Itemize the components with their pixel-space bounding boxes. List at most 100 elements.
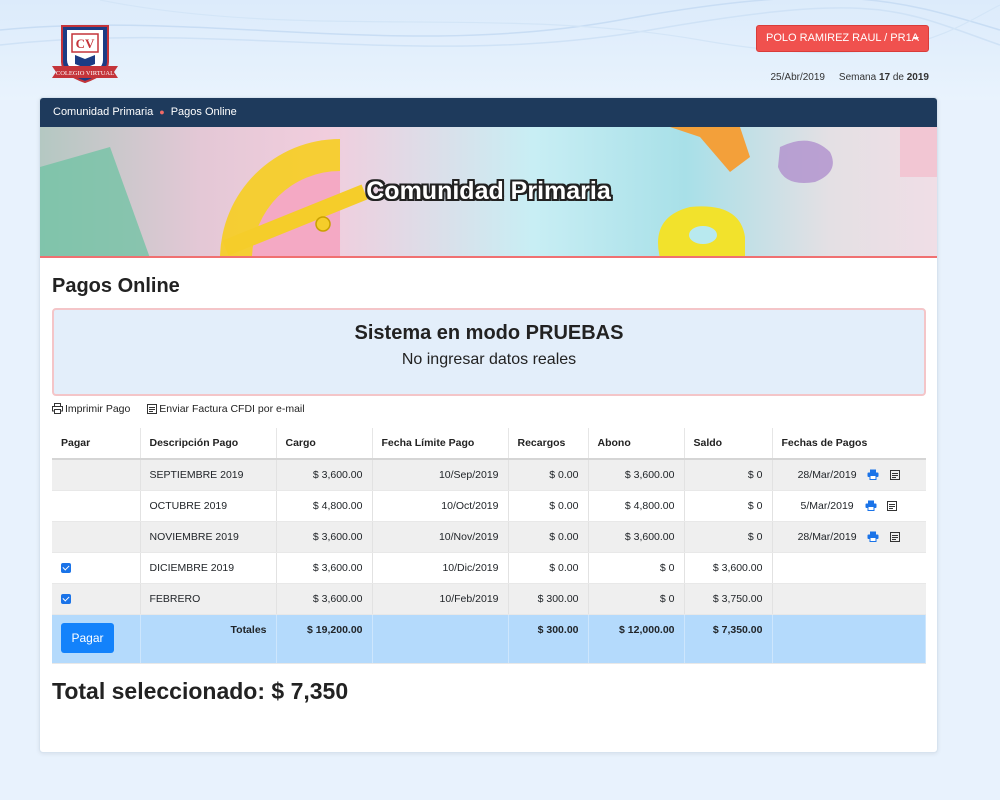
cargo-cell: $ 4,800.00 <box>276 490 373 522</box>
email-invoice-link[interactable]: Enviar Factura CFDI por e-mail <box>147 403 305 415</box>
pagar-cell <box>52 583 141 615</box>
descripcion-cell: NOVIEMBRE 2019 <box>140 521 277 553</box>
week-year: 2019 <box>906 72 929 83</box>
week-of: de <box>892 72 904 83</box>
week-label: Semana <box>838 72 877 83</box>
print-payment-link[interactable]: Imprimir Pago <box>52 403 133 415</box>
banner-title: Comunidad Primaria <box>366 177 611 205</box>
user-menu-button[interactable]: POLO RAMIREZ RAUL / PR1A <box>756 25 929 52</box>
fecha-cell: 10/Feb/2019 <box>372 583 509 615</box>
printer-icon <box>52 403 63 414</box>
breadcrumb-home-link[interactable]: Comunidad Primaria <box>53 106 153 118</box>
header-fechas-pagos: Fechas de Pagos <box>772 428 926 460</box>
logo-ribbon-text: COLEGIO VIRTUAL <box>56 70 114 77</box>
invoice-icon[interactable] <box>887 500 898 511</box>
table-row: DICIEMBRE 2019 $ 3,600.00 10/Dic/2019 $ … <box>52 552 926 584</box>
fecha-pago-cell <box>772 552 926 584</box>
table-row: OCTUBRE 2019 $ 4,800.00 10/Oct/2019 $ 0.… <box>52 490 926 522</box>
descripcion-cell: OCTUBRE 2019 <box>140 490 277 522</box>
abono-cell: $ 0 <box>588 583 685 615</box>
fecha-cell: 10/Sep/2019 <box>372 459 509 491</box>
totals-label: Totales <box>140 614 277 664</box>
header-descripcion: Descripción Pago <box>140 428 277 460</box>
total-fechas-empty <box>772 614 926 664</box>
abono-cell: $ 4,800.00 <box>588 490 685 522</box>
logo-initials: CV <box>76 36 95 51</box>
email-invoice-label: Enviar Factura CFDI por e-mail <box>159 403 305 415</box>
header-recargos: Recargos <box>508 428 589 460</box>
totals-row: Pagar Totales $ 19,200.00 $ 300.00 $ 12,… <box>52 614 926 664</box>
invoice-icon[interactable] <box>890 531 901 542</box>
total-saldo: $ 7,350.00 <box>684 614 773 664</box>
header-fecha-limite: Fecha Límite Pago <box>372 428 509 460</box>
fecha-cell: 10/Nov/2019 <box>372 521 509 553</box>
breadcrumb-current: Pagos Online <box>170 106 237 118</box>
total-selected: Total seleccionado: $ 7,350 <box>52 678 349 704</box>
alert-message: No ingresar datos reales <box>401 351 577 368</box>
payments-table: Pagar Descripción Pago Cargo Fecha Límit… <box>52 428 926 664</box>
pagar-button-cell: Pagar <box>52 614 141 664</box>
header-saldo: Saldo <box>684 428 773 460</box>
recargos-cell: $ 0.00 <box>508 490 589 522</box>
cargo-cell: $ 3,600.00 <box>276 459 373 491</box>
printer-icon[interactable] <box>867 469 879 480</box>
total-recargos: $ 300.00 <box>508 614 589 664</box>
pagar-cell <box>52 459 141 491</box>
fecha-pago-cell: 5/Mar/2019 <box>772 490 926 522</box>
cargo-cell: $ 3,600.00 <box>276 583 373 615</box>
saldo-cell: $ 3,600.00 <box>684 552 773 584</box>
recargos-cell: $ 0.00 <box>508 459 589 491</box>
pagar-cell <box>52 521 141 553</box>
user-menu-label: POLO RAMIREZ RAUL / PR1A <box>766 32 920 44</box>
test-mode-alert: Sistema en modo PRUEBAS No ingresar dato… <box>52 308 926 396</box>
fecha-pago-text: 5/Mar/2019 <box>800 499 854 512</box>
pagar-cell <box>52 490 141 522</box>
fecha-cell: 10/Oct/2019 <box>372 490 509 522</box>
fecha-cell: 10/Dic/2019 <box>372 552 509 584</box>
pay-checkbox[interactable] <box>61 593 71 604</box>
school-logo[interactable]: CV COLEGIO VIRTUAL <box>50 22 120 84</box>
total-abono: $ 12,000.00 <box>588 614 685 664</box>
pagar-button[interactable]: Pagar <box>61 622 114 653</box>
caret-down-icon <box>913 37 919 40</box>
pagar-cell <box>52 552 141 584</box>
saldo-cell: $ 0 <box>684 490 773 522</box>
printer-icon[interactable] <box>867 531 879 542</box>
abono-cell: $ 3,600.00 <box>588 459 685 491</box>
saldo-cell: $ 0 <box>684 521 773 553</box>
descripcion-cell: FEBRERO <box>140 583 277 615</box>
pay-checkbox[interactable] <box>61 562 71 573</box>
fecha-pago-cell <box>772 583 926 615</box>
fecha-pago-cell: 28/Mar/2019 <box>772 459 926 491</box>
descripcion-cell: DICIEMBRE 2019 <box>140 552 277 584</box>
page-title: Pagos Online <box>52 275 180 297</box>
header-abono: Abono <box>588 428 685 460</box>
abono-cell: $ 0 <box>588 552 685 584</box>
header-cargo: Cargo <box>276 428 373 460</box>
table-header-row: Pagar Descripción Pago Cargo Fecha Límit… <box>52 428 926 460</box>
abono-cell: $ 3,600.00 <box>588 521 685 553</box>
fecha-pago-text: 28/Mar/2019 <box>797 468 857 481</box>
invoice-icon[interactable] <box>890 469 901 480</box>
fecha-pago-text: 28/Mar/2019 <box>797 530 857 543</box>
total-fecha-empty <box>372 614 509 664</box>
print-payment-label: Imprimir Pago <box>65 403 131 415</box>
table-row: FEBRERO $ 3,600.00 10/Feb/2019 $ 300.00 … <box>52 583 926 615</box>
recargos-cell: $ 300.00 <box>508 583 589 615</box>
invoice-icon <box>147 404 158 414</box>
cargo-cell: $ 3,600.00 <box>276 521 373 553</box>
descripcion-cell: SEPTIEMBRE 2019 <box>140 459 277 491</box>
saldo-cell: $ 0 <box>684 459 773 491</box>
saldo-cell: $ 3,750.00 <box>684 583 773 615</box>
table-row: NOVIEMBRE 2019 $ 3,600.00 10/Nov/2019 $ … <box>52 521 926 553</box>
breadcrumb-separator-icon: ● <box>159 107 165 117</box>
printer-icon[interactable] <box>865 500 877 511</box>
cargo-cell: $ 3,600.00 <box>276 552 373 584</box>
alert-title: Sistema en modo PRUEBAS <box>354 322 624 344</box>
table-row: SEPTIEMBRE 2019 $ 3,600.00 10/Sep/2019 $… <box>52 459 926 491</box>
recargos-cell: $ 0.00 <box>508 521 589 553</box>
total-cargo: $ 19,200.00 <box>276 614 373 664</box>
recargos-cell: $ 0.00 <box>508 552 589 584</box>
breadcrumb: Comunidad Primaria ● Pagos Online <box>40 98 937 127</box>
banner: Comunidad Primaria <box>40 127 937 258</box>
